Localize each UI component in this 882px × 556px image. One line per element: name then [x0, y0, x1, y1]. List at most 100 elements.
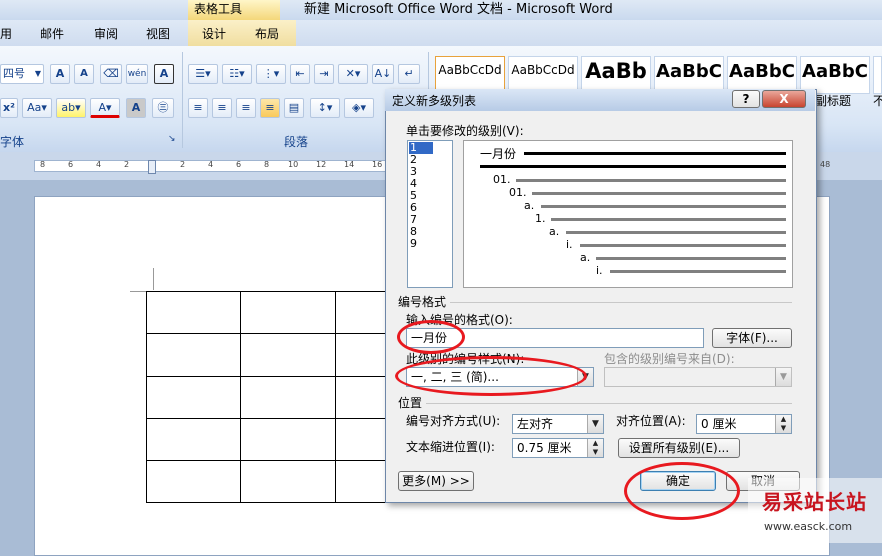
tab-start[interactable]: 用 — [0, 26, 12, 42]
ruler-tick: 4 — [96, 160, 102, 169]
include-level-label: 包含的级别编号来自(D): — [604, 352, 735, 366]
ruler-tick: 48 — [820, 160, 831, 169]
preview-level-line — [580, 244, 786, 247]
table-cell[interactable] — [146, 376, 241, 419]
char-border-icon[interactable]: A — [154, 64, 174, 84]
change-case-icon[interactable]: Aa▾ — [22, 98, 52, 118]
preview-level-line — [610, 270, 786, 273]
tab-mailings[interactable]: 邮件 — [40, 26, 64, 42]
close-button[interactable]: X — [762, 90, 806, 108]
preview-level-line — [566, 231, 786, 234]
highlight-ellipse-style — [395, 356, 587, 396]
align-at-label: 对齐位置(A): — [616, 414, 686, 428]
numbering-icon[interactable]: ☷▾ — [222, 64, 252, 84]
shrink-font-icon[interactable]: A — [74, 64, 94, 84]
font-button[interactable]: 字体(F)... — [712, 328, 792, 348]
spinner-arrows-icon[interactable]: ▲ ▼ — [775, 415, 791, 433]
table-cell[interactable] — [335, 460, 387, 503]
table-cell[interactable] — [240, 460, 336, 503]
window-title: 新建 Microsoft Office Word 文档 - Microsoft … — [304, 2, 613, 17]
ruler-tick: 2 — [180, 160, 186, 169]
dialog-launcher-icon[interactable]: ↘ — [168, 134, 176, 144]
chinese-layout-icon[interactable]: ✕▾ — [338, 64, 368, 84]
font-color-icon[interactable]: A▾ — [90, 98, 120, 118]
paragraph-group-label: 段落 — [284, 135, 309, 149]
section-divider — [426, 403, 792, 404]
tab-layout[interactable]: 布局 — [255, 26, 279, 42]
chevron-down-icon[interactable]: ▼ — [587, 415, 603, 433]
char-shading-icon[interactable]: A — [126, 98, 146, 118]
shading-icon[interactable]: ◈▾ — [344, 98, 374, 118]
font-group-label: 字体 — [0, 135, 25, 149]
text-indent-spinner[interactable]: 0.75 厘米 ▲ ▼ — [512, 438, 604, 458]
table-cell[interactable] — [240, 418, 336, 461]
multilevel-list-icon[interactable]: ⋮▾ — [256, 64, 286, 84]
preview-level-line — [532, 192, 786, 195]
ruler-tick: 8 — [40, 160, 46, 169]
align-left-icon[interactable]: ≡ — [188, 98, 208, 118]
set-all-levels-button[interactable]: 设置所有级别(E)... — [618, 438, 740, 458]
preview-level-line — [596, 257, 786, 260]
subscript-icon[interactable]: x² — [0, 98, 18, 118]
preview-level-number: i. — [596, 264, 603, 277]
table-cell[interactable] — [240, 376, 336, 419]
style-name-label: 不 — [873, 94, 882, 108]
align-center-icon[interactable]: ≡ — [212, 98, 232, 118]
show-marks-icon[interactable]: ↵ — [398, 64, 420, 84]
context-tab-group-label: 表格工具 — [188, 0, 280, 20]
tab-view[interactable]: 视图 — [146, 26, 170, 42]
style-gallery-item[interactable] — [873, 56, 882, 94]
ruler-tick: 12 — [316, 160, 327, 169]
indent-marker-icon[interactable] — [148, 160, 156, 174]
table-cell[interactable] — [146, 291, 241, 334]
level-item[interactable]: 9 — [410, 238, 417, 250]
ruler-tick: 14 — [344, 160, 355, 169]
tab-review[interactable]: 审阅 — [94, 26, 118, 42]
highlight-icon[interactable]: ab▾ — [56, 98, 86, 118]
phonetic-guide-icon[interactable]: wén — [126, 64, 148, 84]
table-cell[interactable] — [335, 333, 387, 377]
crop-mark — [153, 268, 154, 290]
number-alignment-value: 左对齐 — [517, 417, 554, 431]
distributed-icon[interactable]: ▤ — [284, 98, 304, 118]
font-size-value: 四号 — [3, 67, 25, 80]
table-cell[interactable] — [335, 291, 387, 334]
increase-indent-icon[interactable]: ⇥ — [314, 64, 334, 84]
table-cell[interactable] — [146, 333, 241, 377]
clear-format-icon[interactable]: ⌫ — [100, 64, 122, 84]
preview-level-line — [516, 179, 786, 182]
tab-design[interactable]: 设计 — [202, 26, 226, 42]
ruler-tick: 6 — [236, 160, 242, 169]
chevron-down-icon: ▼ — [34, 69, 41, 78]
table-cell[interactable] — [146, 460, 241, 503]
table-cell[interactable] — [335, 418, 387, 461]
justify-icon[interactable]: ≡ — [260, 98, 280, 118]
font-size-combo[interactable]: 四号 ▼ — [0, 64, 44, 84]
spinner-arrows-icon[interactable]: ▲ ▼ — [587, 439, 603, 457]
chevron-down-icon: ▼ — [775, 368, 791, 386]
decrease-indent-icon[interactable]: ⇤ — [290, 64, 310, 84]
more-button[interactable]: 更多(M) >> — [398, 471, 474, 491]
group-divider — [182, 52, 183, 148]
preview-level-line — [541, 205, 786, 208]
sort-icon[interactable]: A↓ — [372, 64, 394, 84]
line-spacing-icon[interactable]: ↕▾ — [310, 98, 340, 118]
align-at-spinner[interactable]: 0 厘米 ▲ ▼ — [696, 414, 792, 434]
bullets-icon[interactable]: ☰▾ — [188, 64, 218, 84]
table-cell[interactable] — [335, 376, 387, 419]
table-cell[interactable] — [240, 291, 336, 334]
preview-level-number: a. — [549, 225, 560, 238]
number-format-section-label: 编号格式 — [398, 295, 447, 309]
indent-label: 文本缩进位置(I): — [406, 440, 495, 454]
ruler-tick: 6 — [68, 160, 74, 169]
number-alignment-select[interactable]: 左对齐 ▼ — [512, 414, 604, 434]
enclose-char-icon[interactable]: ㊂ — [152, 98, 174, 118]
table-cell[interactable] — [240, 333, 336, 377]
grow-font-icon[interactable]: A — [50, 64, 70, 84]
table-cell[interactable] — [146, 418, 241, 461]
preview-level-number: 01. — [509, 186, 527, 199]
preview-level-number: 1. — [535, 212, 546, 225]
ruler-tick: 4 — [208, 160, 214, 169]
help-button[interactable]: ? — [732, 90, 760, 108]
align-right-icon[interactable]: ≡ — [236, 98, 256, 118]
